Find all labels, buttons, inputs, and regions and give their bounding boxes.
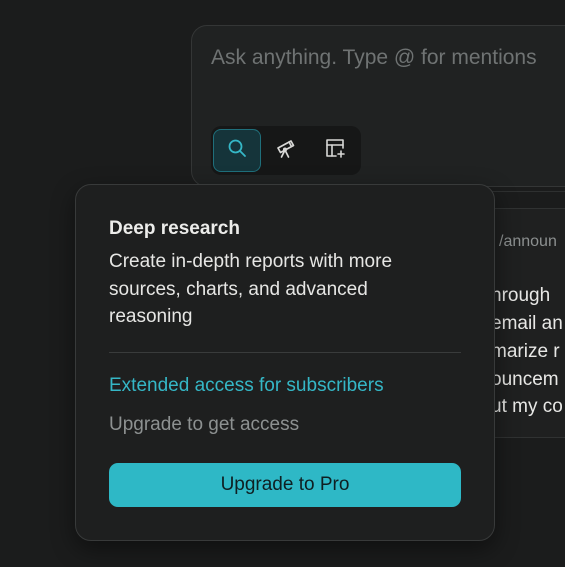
access-label: Extended access for subscribers <box>109 375 384 396</box>
card-line: marize r <box>491 341 560 362</box>
card-line: ouncem <box>491 369 559 390</box>
card-line: ut my co <box>491 396 563 417</box>
popover-title: Deep research <box>109 218 240 239</box>
card-path: /announ <box>499 233 557 250</box>
app-stage: /announ hrough email an marize r ouncem … <box>0 0 565 567</box>
labs-mode-button[interactable] <box>311 129 359 172</box>
card-line: hrough <box>491 285 551 306</box>
grid-plus-icon <box>323 136 347 165</box>
telescope-icon <box>274 136 298 165</box>
search-icon <box>226 137 248 164</box>
research-mode-button[interactable] <box>262 129 310 172</box>
upgrade-note: Upgrade to get access <box>109 414 300 435</box>
popover-description: Create in-depth reports with more source… <box>109 251 393 327</box>
search-mode-button[interactable] <box>213 129 261 172</box>
mode-toggle <box>211 126 361 175</box>
composer <box>191 25 565 187</box>
card-line: email an <box>491 313 563 334</box>
query-input[interactable] <box>211 46 565 70</box>
deep-research-popover: Deep research Create in-depth reports wi… <box>75 184 495 541</box>
upgrade-to-pro-button[interactable]: Upgrade to Pro <box>109 463 461 507</box>
divider <box>109 352 461 353</box>
